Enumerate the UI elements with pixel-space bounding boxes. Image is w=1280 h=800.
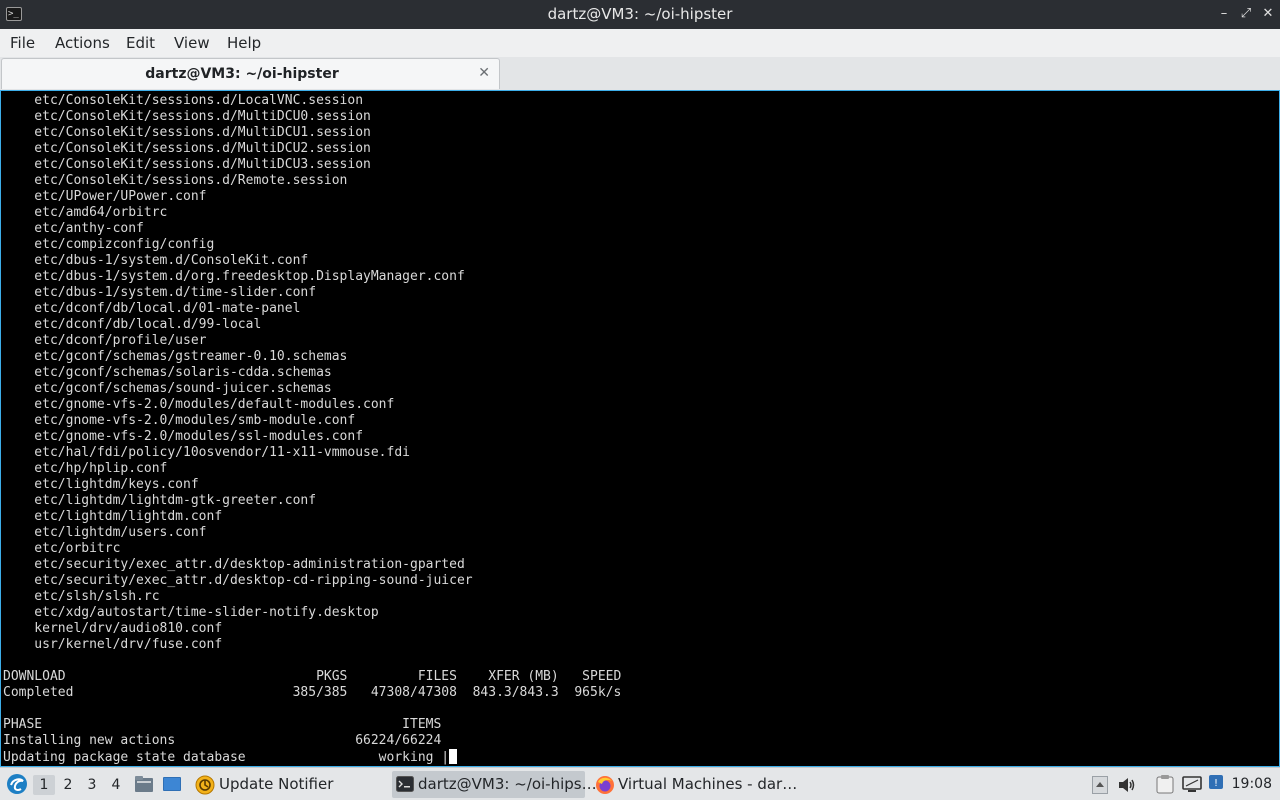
start-menu-icon[interactable] [4, 768, 30, 800]
terminal-line: etc/gconf/schemas/solaris-cdda.schemas [3, 365, 332, 380]
task-firefox[interactable]: Virtual Machines - dar… [592, 771, 797, 798]
terminal-line: etc/ConsoleKit/sessions.d/MultiDCU0.sess… [3, 109, 371, 124]
menu-help[interactable]: Help [227, 34, 261, 52]
terminal-line: etc/orbitrc [3, 541, 121, 556]
svg-text:!: ! [1214, 778, 1218, 789]
terminal-line: usr/kernel/drv/fuse.conf [3, 637, 223, 652]
terminal-line: etc/ConsoleKit/sessions.d/LocalVNC.sessi… [3, 93, 364, 108]
show-desktop-icon[interactable] [161, 768, 183, 800]
window-title: dartz@VM3: ~/oi-hipster [547, 5, 733, 23]
terminal-line: kernel/drv/audio810.conf [3, 621, 223, 636]
terminal-line: etc/slsh/slsh.rc [3, 589, 160, 604]
terminal-line: etc/gconf/schemas/sound-juicer.schemas [3, 381, 332, 396]
terminal-line: Updating package state database working … [3, 749, 621, 765]
terminal-line: etc/compizconfig/config [3, 237, 215, 252]
terminal-line: etc/dbus-1/system.d/time-slider.conf [3, 285, 317, 300]
terminal-line: etc/amd64/orbitrc [3, 205, 168, 220]
workspace-2[interactable]: 2 [57, 775, 79, 795]
workspace-4[interactable]: 4 [105, 775, 127, 795]
terminal-line: etc/UPower/UPower.conf [3, 189, 207, 204]
firefox-icon [596, 776, 614, 794]
terminal-line: etc/lightdm/users.conf [3, 525, 207, 540]
workspace-1[interactable]: 1 [33, 775, 55, 795]
terminal-line: etc/dconf/profile/user [3, 333, 207, 348]
terminal-line: etc/hal/fdi/policy/10osvendor/11-x11-vmm… [3, 445, 410, 460]
maximize-button[interactable]: ⤢ [1238, 6, 1254, 22]
menu-edit[interactable]: Edit [126, 34, 155, 52]
tab-terminal[interactable]: dartz@VM3: ~/oi-hipster ✕ [1, 58, 500, 89]
menu-bar: File Actions Edit View Help [0, 29, 1280, 57]
terminal-line: etc/gnome-vfs-2.0/modules/default-module… [3, 397, 395, 412]
clipboard-icon[interactable] [1154, 768, 1176, 800]
terminal-line: DOWNLOAD PKGS FILES XFER (MB) SPEED [3, 669, 622, 684]
task-label: Virtual Machines - dar… [618, 775, 798, 793]
tab-bar: dartz@VM3: ~/oi-hipster ✕ [0, 57, 1280, 90]
network-icon[interactable] [1181, 768, 1203, 800]
close-button[interactable]: ✕ [1260, 6, 1276, 22]
menu-actions[interactable]: Actions [55, 34, 110, 52]
terminal-output[interactable]: etc/ConsoleKit/sessions.d/LocalVNC.sessi… [0, 90, 1280, 767]
terminal-lines: etc/ConsoleKit/sessions.d/LocalVNC.sessi… [3, 93, 621, 765]
terminal-icon [396, 776, 414, 792]
tab-close-icon[interactable]: ✕ [478, 64, 490, 82]
terminal-line: etc/security/exec_attr.d/desktop-cd-ripp… [3, 573, 473, 588]
window-titlebar[interactable]: >_ dartz@VM3: ~/oi-hipster – ⤢ ✕ [0, 0, 1280, 29]
menu-view[interactable]: View [174, 34, 210, 52]
menu-file[interactable]: File [10, 34, 35, 52]
terminal-line: etc/dbus-1/system.d/ConsoleKit.conf [3, 253, 309, 268]
terminal-line: etc/gnome-vfs-2.0/modules/ssl-modules.co… [3, 429, 364, 444]
terminal-line: PHASE ITEMS [3, 717, 442, 732]
tray-up-icon[interactable] [1090, 768, 1110, 800]
terminal-line: etc/dconf/db/local.d/01-mate-panel [3, 301, 301, 316]
file-manager-icon[interactable] [133, 768, 155, 800]
minimize-button[interactable]: – [1216, 6, 1232, 22]
taskbar: 1 2 3 4 Update Notifier dartz@VM3: ~/oi-… [0, 767, 1280, 800]
terminal-line: etc/xdg/autostart/time-slider-notify.des… [3, 605, 379, 620]
terminal-line: etc/ConsoleKit/sessions.d/MultiDCU3.sess… [3, 157, 371, 172]
task-terminal[interactable]: dartz@VM3: ~/oi-hips… [392, 771, 597, 798]
terminal-line: Installing new actions 66224/66224 [3, 733, 442, 748]
terminal-line: etc/ConsoleKit/sessions.d/Remote.session [3, 173, 348, 188]
terminal-line: Completed 385/385 47308/47308 843.3/843.… [3, 685, 622, 700]
terminal-line: etc/dbus-1/system.d/org.freedesktop.Disp… [3, 269, 465, 284]
clock[interactable]: 19:08 [1232, 776, 1272, 793]
terminal-cursor [449, 749, 458, 764]
tab-title: dartz@VM3: ~/oi-hipster [145, 66, 339, 82]
terminal-line: etc/dconf/db/local.d/99-local [3, 317, 262, 332]
terminal-line: etc/lightdm/lightdm.conf [3, 509, 223, 524]
terminal-line: etc/anthy-conf [3, 221, 144, 236]
volume-icon[interactable] [1116, 768, 1138, 800]
task-label: dartz@VM3: ~/oi-hips… [418, 775, 597, 793]
terminal-line: etc/lightdm/lightdm-gtk-greeter.conf [3, 493, 317, 508]
workspace-3[interactable]: 3 [81, 775, 103, 795]
terminal-line: etc/ConsoleKit/sessions.d/MultiDCU1.sess… [3, 125, 371, 140]
notification-icon[interactable]: ! [1206, 768, 1228, 800]
terminal-line: etc/gconf/schemas/gstreamer-0.10.schemas [3, 349, 348, 364]
terminal-line: etc/lightdm/keys.conf [3, 477, 199, 492]
terminal-line: etc/security/exec_attr.d/desktop-adminis… [3, 557, 465, 572]
terminal-line: etc/hp/hplip.conf [3, 461, 168, 476]
terminal-line: etc/ConsoleKit/sessions.d/MultiDCU2.sess… [3, 141, 371, 156]
task-label: Update Notifier [219, 775, 334, 793]
terminal-line: etc/gnome-vfs-2.0/modules/smb-module.con… [3, 413, 356, 428]
task-update-notifier[interactable]: Update Notifier [193, 771, 385, 798]
update-notifier-icon [195, 775, 215, 795]
